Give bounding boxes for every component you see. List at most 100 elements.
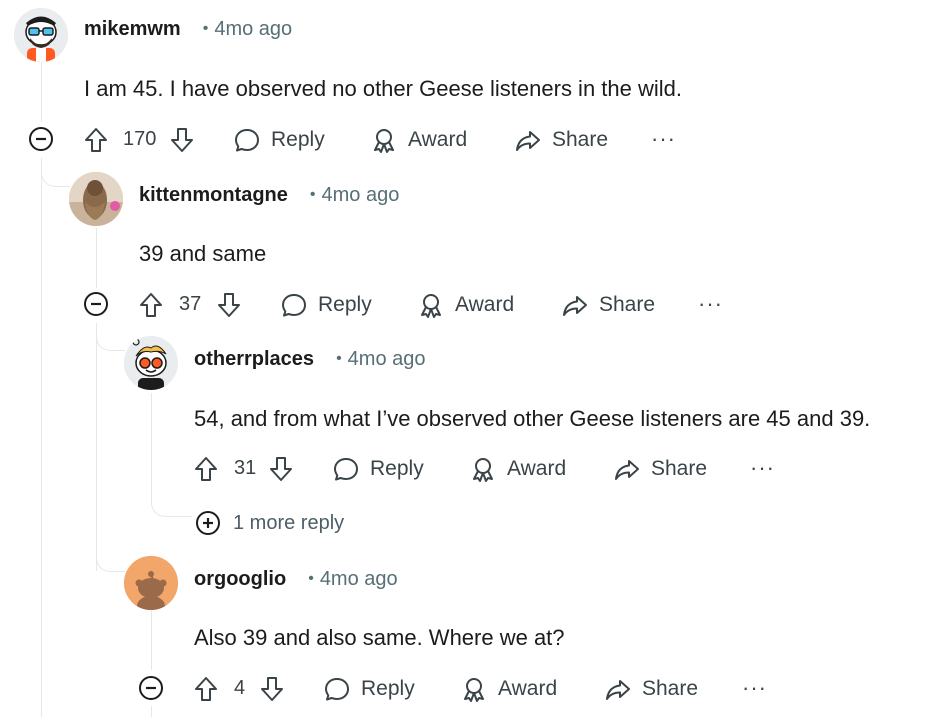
reply-label: Reply xyxy=(318,293,372,316)
thread-line-2 xyxy=(96,228,97,288)
comment-bubble-icon xyxy=(282,294,306,317)
snoo-avatar-icon xyxy=(124,336,178,390)
share-arrow-icon xyxy=(516,131,540,151)
award-button[interactable]: Award xyxy=(370,122,467,158)
thread-curve-1 xyxy=(41,172,70,187)
vote-count: 37 xyxy=(179,293,202,315)
vote-count: 31 xyxy=(234,457,257,479)
award-label: Award xyxy=(408,128,468,151)
award-button[interactable]: Award xyxy=(460,671,557,707)
reply-label: Reply xyxy=(271,128,325,151)
upvote-button[interactable] xyxy=(193,451,219,487)
timestamp[interactable]: 4mo ago xyxy=(310,184,400,207)
comment-bubble-icon xyxy=(325,678,349,701)
avatar-orgooglio[interactable] xyxy=(124,556,178,610)
comment-header: mikemwm 4mo ago xyxy=(84,18,292,41)
vote-count: 4 xyxy=(234,677,246,699)
more-options-icon[interactable]: ··· xyxy=(750,457,775,479)
reply-button[interactable]: Reply xyxy=(332,451,424,487)
minus-circle-icon xyxy=(84,292,108,316)
upvote-button[interactable] xyxy=(193,671,219,707)
username[interactable]: mikemwm xyxy=(84,18,181,41)
share-label: Share xyxy=(599,293,656,316)
minus-circle-icon xyxy=(29,127,53,151)
downvote-arrow-icon xyxy=(171,128,193,152)
avatar-mikemwm[interactable] xyxy=(14,8,68,62)
downvote-arrow-icon xyxy=(261,677,283,701)
timestamp[interactable]: 4mo ago xyxy=(308,568,398,591)
share-button[interactable]: Share xyxy=(613,451,707,487)
comment-header: kittenmontagne 4mo ago xyxy=(139,184,399,207)
avatar-otherrplaces[interactable] xyxy=(124,336,178,390)
share-button[interactable]: Share xyxy=(561,287,655,323)
comment-body: 39 and same xyxy=(139,241,267,266)
timestamp[interactable]: 4mo ago xyxy=(203,18,292,41)
more-options-icon[interactable]: ··· xyxy=(698,293,723,315)
share-label: Share xyxy=(651,457,708,480)
upvote-arrow-icon xyxy=(140,293,162,317)
downvote-arrow-icon xyxy=(218,293,240,317)
upvote-arrow-icon xyxy=(195,457,217,481)
award-label: Award xyxy=(498,677,558,700)
comment-body: Also 39 and also same. Where we at? xyxy=(194,625,565,650)
photo-avatar-icon xyxy=(69,172,123,226)
vote-count: 170 xyxy=(123,128,157,150)
thread-curve-2 xyxy=(96,336,125,351)
collapse-button[interactable] xyxy=(28,126,54,152)
reply-button[interactable]: Reply xyxy=(280,287,372,323)
downvote-arrow-icon xyxy=(270,457,292,481)
thread-line-1b xyxy=(41,158,42,717)
award-ribbon-icon xyxy=(421,294,441,318)
thread-curve-3 xyxy=(151,502,192,517)
upvote-button[interactable] xyxy=(83,122,109,158)
award-label: Award xyxy=(507,457,567,480)
thread-line-2b xyxy=(96,323,97,571)
thread-line-3 xyxy=(151,393,152,503)
username[interactable]: orgooglio xyxy=(194,568,286,591)
share-button[interactable]: Share xyxy=(514,122,608,158)
thread-line-4b xyxy=(151,706,152,717)
comment-bubble-icon xyxy=(235,129,259,152)
reply-button[interactable]: Reply xyxy=(233,122,325,158)
upvote-arrow-icon xyxy=(85,128,107,152)
downvote-button[interactable] xyxy=(169,122,195,158)
award-ribbon-icon xyxy=(374,129,394,153)
more-options-icon[interactable]: ··· xyxy=(742,677,767,699)
downvote-button[interactable] xyxy=(259,671,285,707)
award-ribbon-icon xyxy=(464,678,484,702)
more-replies-label: 1 more reply xyxy=(233,511,345,534)
upvote-arrow-icon xyxy=(195,677,217,701)
username[interactable]: otherrplaces xyxy=(194,348,314,371)
share-arrow-icon xyxy=(615,460,639,480)
reply-label: Reply xyxy=(361,677,415,700)
comment-body: I am 45. I have observed no other Geese … xyxy=(84,76,682,101)
share-arrow-icon xyxy=(563,296,587,316)
thread-curve-4 xyxy=(96,557,125,572)
username[interactable]: kittenmontagne xyxy=(139,184,288,207)
share-button[interactable]: Share xyxy=(604,671,698,707)
comment-header: otherrplaces 4mo ago xyxy=(194,348,426,371)
award-button[interactable]: Award xyxy=(417,287,514,323)
award-label: Award xyxy=(455,293,515,316)
comment-header: orgooglio 4mo ago xyxy=(194,568,398,591)
more-options-icon[interactable]: ··· xyxy=(651,128,676,150)
more-replies-button[interactable]: 1 more reply xyxy=(195,510,344,536)
award-ribbon-icon xyxy=(473,458,493,482)
timestamp[interactable]: 4mo ago xyxy=(336,348,426,371)
downvote-button[interactable] xyxy=(216,287,242,323)
plus-circle-icon xyxy=(196,511,220,535)
reply-button[interactable]: Reply xyxy=(323,671,415,707)
thread-line-1 xyxy=(41,62,42,122)
thread-line-4 xyxy=(151,610,152,670)
minus-circle-icon xyxy=(139,676,163,700)
downvote-button[interactable] xyxy=(268,451,294,487)
snoo-avatar-icon xyxy=(14,8,68,62)
share-arrow-icon xyxy=(606,680,630,700)
collapse-button[interactable] xyxy=(138,675,164,701)
award-button[interactable]: Award xyxy=(469,451,566,487)
avatar-kittenmontagne[interactable] xyxy=(69,172,123,226)
upvote-button[interactable] xyxy=(138,287,164,323)
comment-body: 54, and from what I’ve observed other Ge… xyxy=(194,406,871,431)
default-snoo-icon xyxy=(124,556,178,610)
collapse-button[interactable] xyxy=(83,291,109,317)
